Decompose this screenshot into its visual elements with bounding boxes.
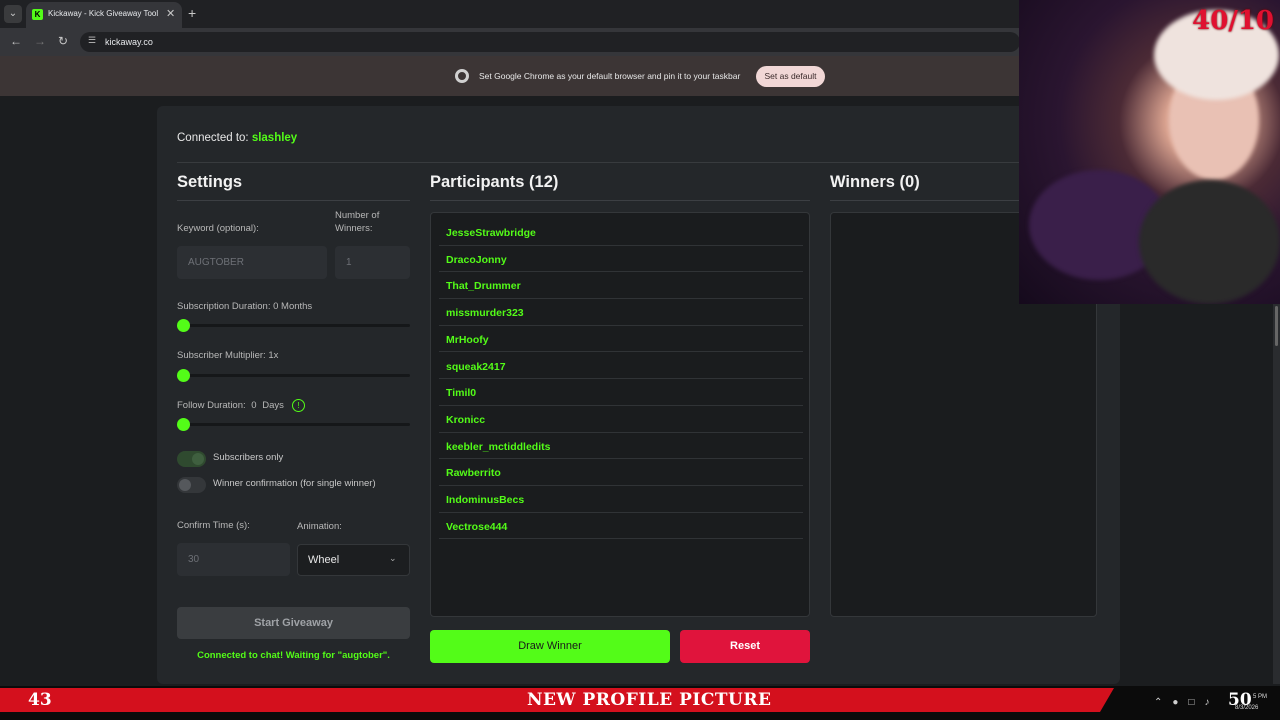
tab-title: Kickaway - Kick Giveaway Tool bbox=[48, 9, 159, 18]
animation-select[interactable]: Wheel ⌄ bbox=[297, 544, 410, 576]
subscribers-only-toggle[interactable] bbox=[177, 451, 206, 467]
connection-status: Connected to: slashley bbox=[177, 132, 297, 144]
chrome-logo-icon bbox=[455, 69, 469, 83]
participant-row: Rawberrito bbox=[439, 459, 803, 486]
participant-row: Kronicc bbox=[439, 406, 803, 433]
follow-duration-unit: Days bbox=[262, 400, 284, 411]
animation-label: Animation: bbox=[297, 521, 342, 532]
participant-name: That_Drummer bbox=[446, 280, 521, 293]
participant-row: squeak2417 bbox=[439, 353, 803, 380]
winner-confirmation-label: Winner confirmation (for single winner) bbox=[213, 478, 376, 489]
participant-row: MrHoofy bbox=[439, 326, 803, 353]
system-tray-icons[interactable]: ⌃●□♪ bbox=[1154, 697, 1219, 708]
subscriber-multiplier-label: Subscriber Multiplier: 1x bbox=[177, 350, 279, 361]
clock-date: 8/3/2026 bbox=[1235, 705, 1259, 711]
follow-duration-slider[interactable] bbox=[177, 423, 410, 426]
participant-row: Timil0 bbox=[439, 379, 803, 406]
slider-handle[interactable] bbox=[177, 418, 190, 431]
participant-name: Timil0 bbox=[446, 387, 477, 400]
settings-title: Settings bbox=[177, 173, 243, 191]
scrollbar-thumb[interactable] bbox=[1275, 306, 1278, 346]
participant-name: JesseStrawbridge bbox=[446, 227, 536, 239]
participant-name: Rawberrito bbox=[446, 467, 501, 480]
participant-name: IndominusBecs bbox=[446, 494, 525, 506]
reset-button[interactable]: Reset bbox=[680, 630, 810, 663]
ticker-left-number: 43 bbox=[28, 690, 52, 710]
webcam-counter: 40/10 bbox=[1192, 6, 1274, 36]
participant-row: Vectrose444 bbox=[439, 513, 803, 540]
webcam-overlay: 40/10 bbox=[1019, 0, 1280, 304]
winner-confirmation-toggle[interactable] bbox=[177, 477, 206, 493]
draw-winner-button[interactable]: Draw Winner bbox=[430, 630, 670, 663]
divider bbox=[177, 162, 1120, 163]
close-icon[interactable]: ✕ bbox=[166, 7, 175, 20]
set-default-button[interactable]: Set as default bbox=[756, 66, 825, 87]
participant-name: MrHoofy bbox=[446, 333, 489, 346]
chat-status-text: Connected to chat! Waiting for "augtober… bbox=[197, 650, 390, 661]
participant-row: keebler_mctiddledits bbox=[439, 433, 803, 460]
start-giveaway-button[interactable]: Start Giveaway bbox=[177, 607, 410, 639]
participant-row: DracoJonny bbox=[439, 246, 803, 273]
site-info-icon[interactable]: ☰ bbox=[88, 35, 96, 46]
url-text: kickaway.co bbox=[105, 37, 153, 47]
participant-name: squeak2417 bbox=[446, 360, 506, 373]
participants-list: JesseStrawbridge DracoJonny That_Drummermi… bbox=[430, 212, 810, 617]
reload-icon[interactable]: ↻ bbox=[58, 34, 68, 48]
toggle-knob bbox=[192, 453, 204, 465]
tab-search-icon[interactable]: ⌄ bbox=[4, 5, 22, 23]
participants-title: Participants (12) bbox=[430, 173, 559, 191]
url-field[interactable]: ☰ kickaway.co bbox=[80, 32, 1020, 52]
participant-row: That_Drummer bbox=[439, 272, 803, 300]
chevron-down-icon: ⌄ bbox=[389, 553, 397, 563]
browser-tab[interactable]: K Kickaway - Kick Giveaway Tool ✕ bbox=[26, 2, 182, 28]
subscription-duration-label: Subscription Duration: 0 Months bbox=[177, 301, 313, 312]
subscribers-only-label: Subscribers only bbox=[213, 452, 284, 463]
animation-selected: Wheel bbox=[308, 554, 340, 566]
participant-row: IndominusBecs bbox=[439, 486, 803, 513]
participant-name: Kronicc bbox=[446, 413, 486, 426]
participant-row: missmurder323 bbox=[439, 299, 803, 326]
clock-time: 5 PM bbox=[1253, 694, 1268, 700]
connected-username: slashley bbox=[251, 132, 298, 144]
follow-duration-value: 0 bbox=[251, 400, 257, 411]
infobar-text: Set Google Chrome as your default browse… bbox=[479, 71, 741, 81]
participant-row: JesseStrawbridge bbox=[439, 219, 803, 246]
confirm-time-input[interactable]: 30 bbox=[177, 543, 290, 576]
participant-name: Vectrose444 bbox=[446, 520, 508, 533]
giveaway-card: Connected to: slashley Settings Keyword … bbox=[157, 106, 1120, 684]
divider bbox=[177, 200, 410, 201]
forward-icon[interactable]: → bbox=[34, 34, 46, 48]
slider-handle[interactable] bbox=[177, 319, 190, 332]
slider-handle[interactable] bbox=[177, 369, 190, 382]
participant-name: missmurder323 bbox=[446, 307, 524, 320]
participant-name: keebler_mctiddledits bbox=[446, 440, 551, 453]
scrollbar[interactable] bbox=[1273, 304, 1280, 684]
kick-favicon-icon: K bbox=[32, 9, 43, 20]
follow-duration-text: Follow Duration: bbox=[177, 400, 246, 411]
winners-title: Winners (0) bbox=[830, 173, 920, 191]
keyword-label: Keyword (optional): bbox=[177, 223, 259, 234]
follow-duration-label: Follow Duration: 0 Days bbox=[177, 400, 284, 411]
subscription-duration-slider[interactable] bbox=[177, 324, 410, 327]
divider bbox=[430, 200, 810, 201]
info-icon[interactable]: ! bbox=[292, 399, 305, 412]
winners-count-input[interactable]: 1 bbox=[335, 246, 410, 279]
keyword-input[interactable]: AUGTOBER bbox=[177, 246, 327, 279]
streamer-clothing bbox=[1139, 180, 1280, 304]
new-tab-icon[interactable]: + bbox=[188, 5, 196, 21]
confirm-time-label: Confirm Time (s): bbox=[177, 520, 250, 531]
back-icon[interactable]: ← bbox=[10, 34, 22, 48]
ticker-title: NEW PROFILE PICTURE bbox=[527, 690, 772, 710]
connected-prefix: Connected to: bbox=[177, 132, 249, 144]
participant-name: DracoJonny bbox=[446, 253, 507, 266]
winners-count-label: Number of Winners: bbox=[335, 210, 380, 234]
subscriber-multiplier-slider[interactable] bbox=[177, 374, 410, 377]
toggle-knob bbox=[179, 479, 191, 491]
